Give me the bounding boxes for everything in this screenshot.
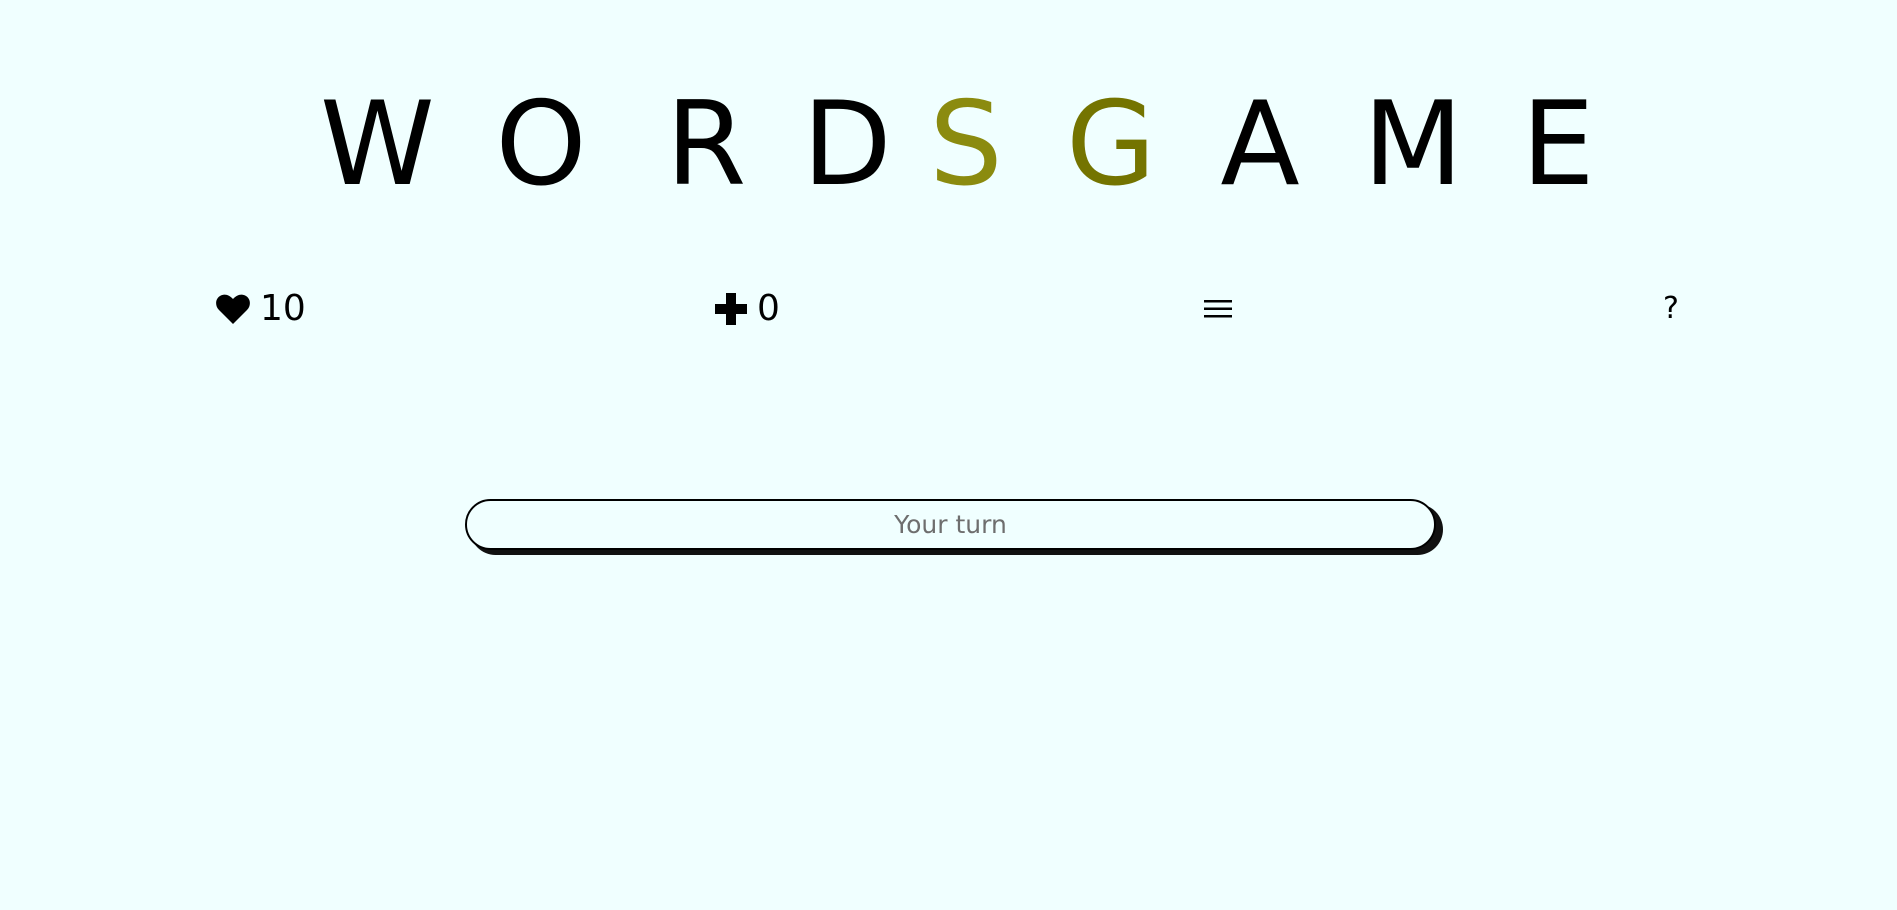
plus-icon bbox=[715, 293, 747, 325]
title-letter-g: G bbox=[1066, 77, 1156, 212]
title-letter-r: R bbox=[665, 77, 747, 212]
menu-button[interactable] bbox=[1200, 284, 1236, 334]
heart-icon bbox=[216, 293, 250, 325]
title-letter-a: A bbox=[1220, 77, 1300, 212]
turn-input[interactable] bbox=[465, 499, 1436, 550]
hamburger-menu-icon bbox=[1204, 298, 1232, 320]
title-letter-m: M bbox=[1362, 77, 1464, 212]
title-letter-d: D bbox=[802, 77, 892, 212]
title-letter-o: O bbox=[495, 77, 587, 212]
title-letter-s: S bbox=[929, 77, 1003, 212]
title-letter-e: E bbox=[1521, 77, 1595, 212]
help-button[interactable]: ? bbox=[1656, 284, 1686, 334]
points-counter: 0 bbox=[715, 284, 780, 334]
game-title: W O R D S G A M E bbox=[0, 80, 1897, 210]
title-letter-w: W bbox=[320, 77, 435, 212]
turn-input-container bbox=[465, 499, 1443, 556]
lives-counter: 10 bbox=[216, 284, 306, 334]
points-value: 0 bbox=[757, 288, 780, 329]
stats-bar: 10 0 bbox=[0, 284, 1897, 334]
lives-value: 10 bbox=[260, 288, 306, 329]
